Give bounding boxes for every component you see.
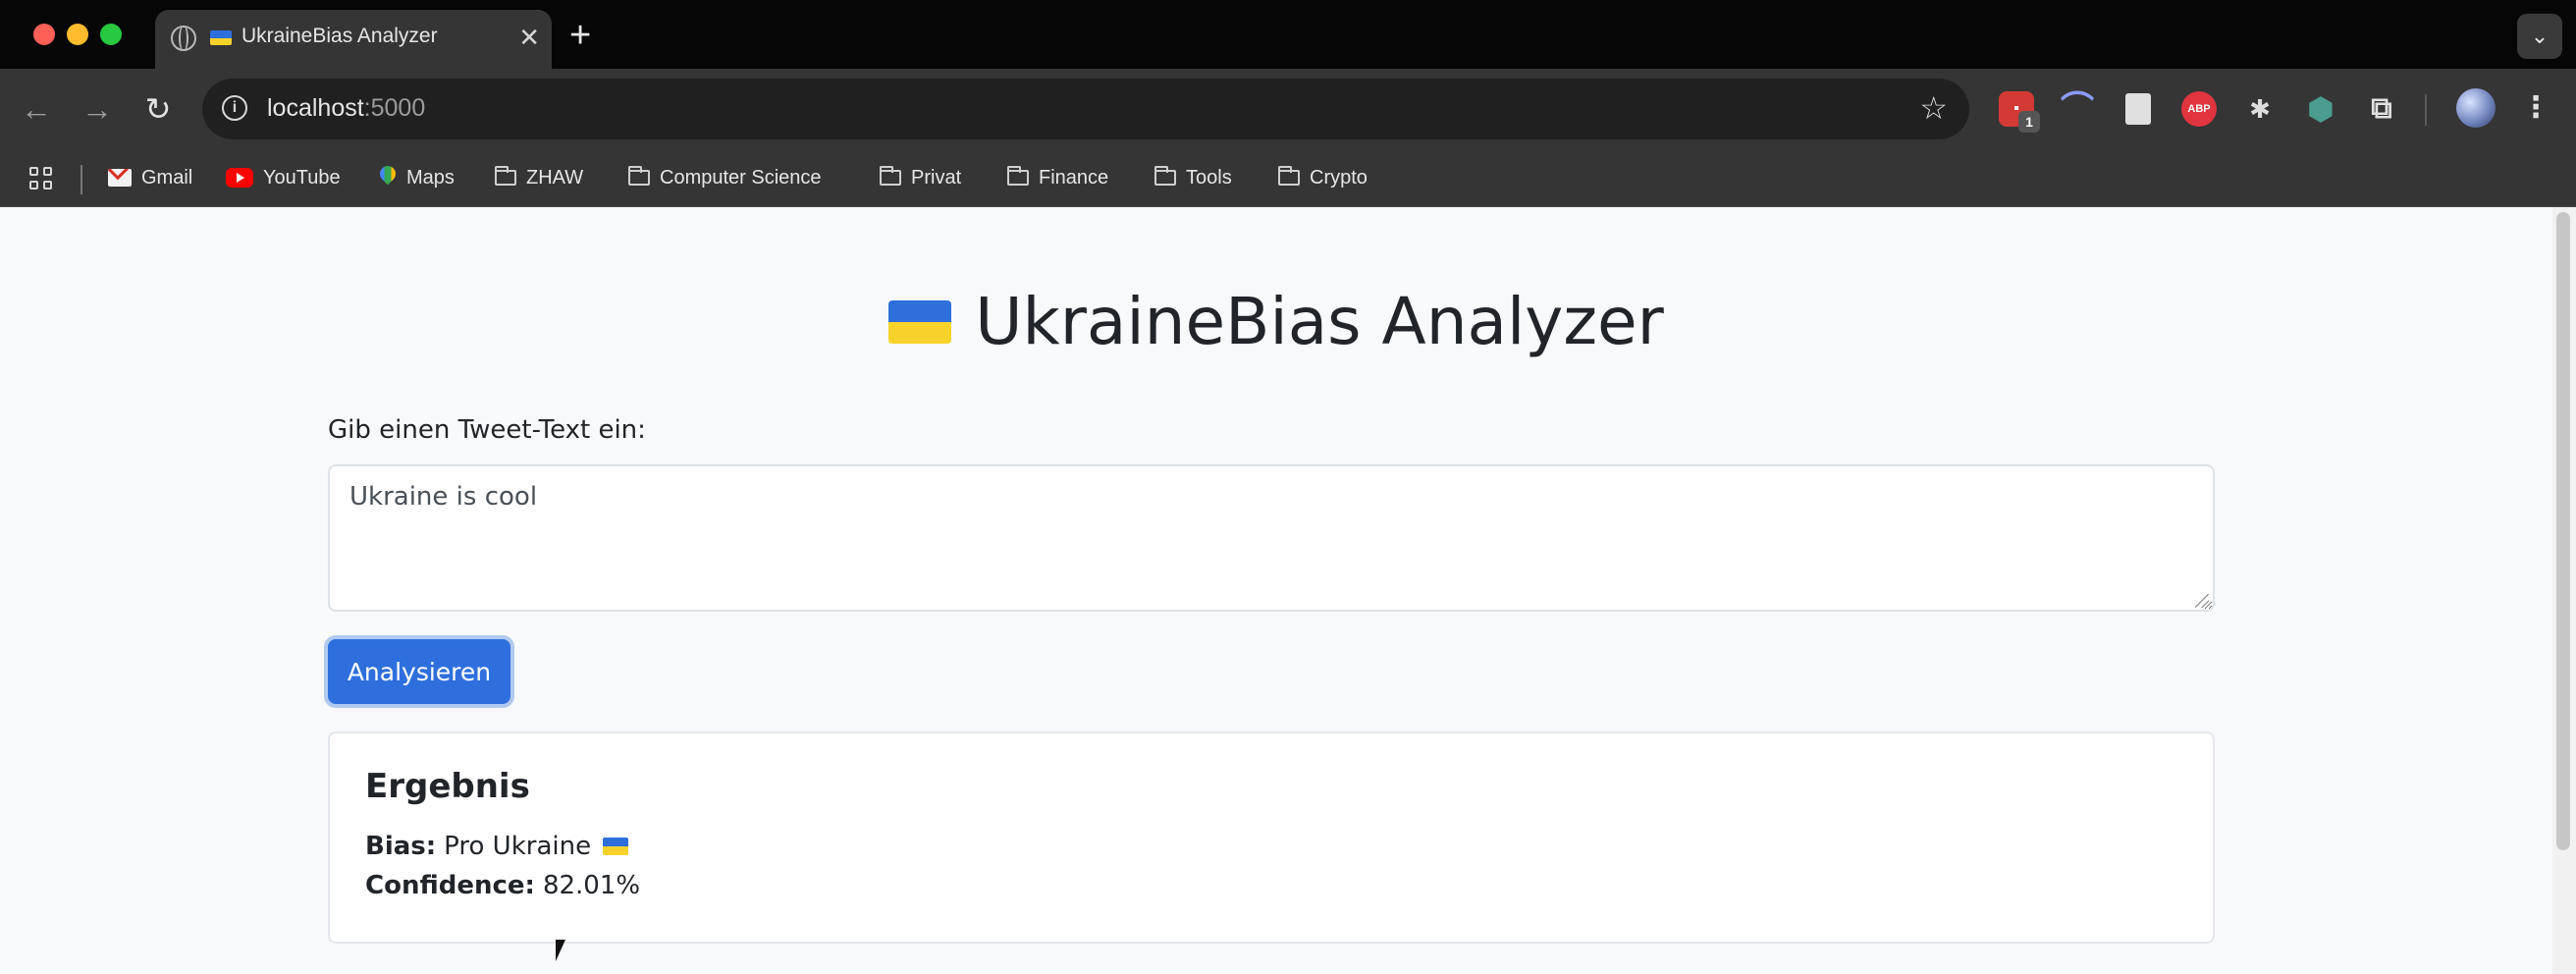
bias-result: Bias: Pro Ukraine [365, 832, 629, 861]
bias-label: Bias: [365, 832, 437, 861]
folder-icon [628, 166, 650, 186]
forward-icon[interactable]: → [77, 88, 118, 130]
confidence-value: 82.01% [542, 871, 641, 900]
confidence-result: Confidence: 82.01% [365, 871, 640, 900]
back-icon[interactable]: ← [16, 88, 57, 130]
bookmark-label: Crypto [1310, 166, 1368, 189]
bookmark-label: Gmail [141, 166, 193, 189]
reload-icon[interactable]: ↻ [137, 88, 179, 130]
bookmark-label: Tools [1186, 166, 1232, 189]
maximize-window-button[interactable] [100, 24, 122, 45]
extension-document-icon[interactable] [2125, 93, 2151, 125]
bookmark-folder-finance[interactable]: Finance [1007, 161, 1108, 194]
bookmark-folder-crypto[interactable]: Crypto [1278, 161, 1368, 194]
mouse-cursor-icon [556, 940, 565, 961]
browser-toolbar: ← → ↻ i localhost:5000 ☆ ▪ 1 ⌒ ABP ✱ ⬢ ⧉ … [0, 69, 2576, 149]
tab-title: UkraineBias Analyzer [242, 25, 438, 47]
window-titlebar: UkraineBias Analyzer ✕ + ⌄ [0, 0, 2576, 69]
bookmark-folder-computer-science[interactable]: Computer Science [628, 161, 822, 194]
extension-red-icon[interactable]: ▪ 1 [1999, 91, 2040, 133]
bookmark-label: Computer Science [660, 166, 822, 189]
result-card: Ergebnis Bias: Pro Ukraine Confidence: 8… [328, 731, 2215, 944]
bookmark-label: YouTube [263, 166, 341, 189]
globe-icon [171, 26, 196, 51]
extension-arc-icon[interactable]: ⌒ [2060, 91, 2095, 127]
bookmark-folder-zhaw[interactable]: ZHAW [495, 161, 583, 194]
folder-icon [880, 166, 901, 186]
browser-menu-icon[interactable]: ⋮ [2521, 88, 2550, 128]
extensions-puzzle-icon[interactable]: ⧉ [2364, 91, 2399, 127]
youtube-icon [226, 168, 253, 188]
extension-puzzle-alt-icon[interactable]: ✱ [2242, 91, 2278, 127]
browser-tab-active[interactable]: UkraineBias Analyzer ✕ [155, 10, 552, 69]
extension-badge: 1 [2018, 111, 2040, 133]
adblock-icon[interactable]: ABP [2181, 91, 2217, 127]
bookmark-label: Privat [911, 166, 962, 189]
tweet-text-input[interactable]: Ukraine is cool [328, 464, 2215, 612]
address-bar[interactable]: i localhost:5000 ☆ [202, 79, 1969, 139]
apps-grid-icon[interactable] [29, 167, 55, 192]
confidence-label: Confidence: [365, 871, 535, 900]
page-title: UkraineBias Analyzer [0, 284, 2552, 359]
extension-hex-icon[interactable]: ⬢ [2303, 91, 2338, 127]
bookmark-maps[interactable]: Maps [379, 161, 455, 194]
bookmark-folder-tools[interactable]: Tools [1154, 161, 1232, 194]
minimize-window-button[interactable] [67, 24, 88, 45]
ukraine-flag-icon [603, 838, 629, 855]
url-host: localhost [267, 94, 364, 122]
url-port: :5000 [363, 94, 426, 122]
bookmark-label: ZHAW [526, 166, 584, 189]
analyze-button[interactable]: Analysieren [328, 639, 510, 704]
gmail-icon [108, 169, 132, 187]
page-title-text: UkraineBias Analyzer [975, 284, 1664, 359]
profile-avatar[interactable] [2456, 88, 2496, 128]
bookmarks-divider [80, 165, 82, 194]
folder-icon [1278, 166, 1300, 186]
tab-close-icon[interactable]: ✕ [518, 20, 540, 55]
site-info-icon[interactable]: i [222, 95, 247, 121]
maps-icon [379, 166, 397, 189]
page-viewport: UkraineBias Analyzer Gib einen Tweet-Tex… [0, 207, 2552, 974]
result-heading: Ergebnis [365, 767, 530, 806]
bookmark-youtube[interactable]: YouTube [226, 161, 341, 194]
folder-icon [1154, 166, 1176, 186]
url-text[interactable]: localhost:5000 [267, 94, 425, 123]
bookmark-star-icon[interactable]: ☆ [1919, 88, 1948, 128]
new-tab-button[interactable]: + [569, 14, 591, 57]
bookmark-gmail[interactable]: Gmail [108, 161, 192, 194]
tweet-input-label: Gib einen Tweet-Text ein: [328, 415, 646, 445]
bookmarks-bar: Gmail YouTube Maps ZHAW Computer Science… [0, 149, 2576, 207]
ukraine-flag-icon [210, 30, 232, 45]
textarea-resize-handle[interactable] [2195, 594, 2209, 608]
bookmark-label: Maps [406, 166, 455, 189]
bias-value: Pro Ukraine [444, 832, 592, 861]
tab-search-button[interactable]: ⌄ [2517, 14, 2562, 59]
folder-icon [495, 166, 516, 186]
bookmark-label: Finance [1039, 166, 1109, 189]
scrollbar-thumb[interactable] [2556, 212, 2570, 850]
folder-icon [1007, 166, 1029, 186]
close-window-button[interactable] [33, 24, 55, 45]
ukraine-flag-icon [888, 299, 952, 344]
toolbar-divider [2425, 94, 2427, 126]
bookmark-folder-privat[interactable]: Privat [880, 161, 961, 194]
